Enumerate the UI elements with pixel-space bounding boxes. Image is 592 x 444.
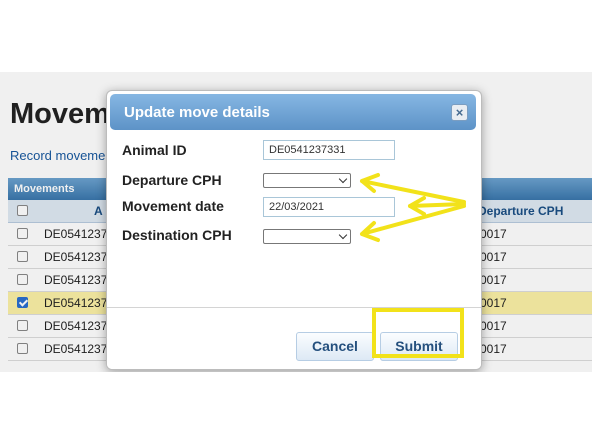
arrow-to-destination-cph [360, 204, 466, 242]
yellow-annotation-layer [360, 173, 466, 358]
arrow-to-departure-cph [360, 173, 466, 204]
annotation-arrows [360, 173, 466, 242]
submit-highlight-box [372, 308, 464, 358]
